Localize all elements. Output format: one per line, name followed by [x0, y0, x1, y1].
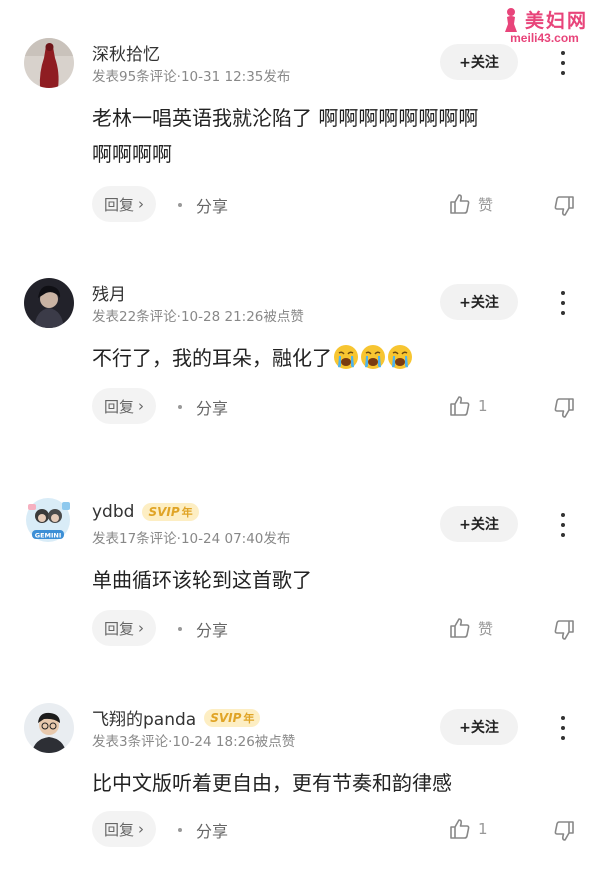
separator-dot — [178, 828, 182, 832]
comment-meta: 发表3条评论·10-24 18:26被点赞 — [92, 734, 296, 750]
avatar[interactable] — [24, 278, 74, 328]
username[interactable]: 残月 — [92, 280, 126, 305]
share-button[interactable]: 分享 — [196, 818, 228, 842]
chevron-right-icon: › — [138, 397, 145, 415]
like-count: 1 — [478, 397, 488, 415]
thumbs-down-icon — [554, 196, 574, 216]
separator-dot — [178, 627, 182, 631]
svip-label: SVIP — [148, 505, 180, 519]
watermark-logo: 美妇网 meili43.com — [501, 6, 588, 45]
comment-text: 单曲循环该轮到这首歌了 — [92, 562, 562, 598]
dislike-button[interactable] — [552, 194, 576, 222]
reply-label: 回复 — [104, 619, 135, 638]
like-button[interactable]: 赞 — [448, 192, 493, 216]
thumbs-up-icon — [450, 396, 470, 416]
svip-year: 年 — [243, 711, 255, 725]
like-button[interactable]: 1 — [448, 817, 488, 841]
comment-text: 不行了，我的耳朵，融化了 — [92, 340, 562, 376]
more-options-icon[interactable] — [555, 288, 571, 318]
username[interactable]: 深秋拾忆 — [92, 40, 160, 65]
share-button[interactable]: 分享 — [196, 193, 228, 217]
thumbs-up-icon — [450, 819, 470, 839]
reply-label: 回复 — [104, 397, 135, 416]
avatar[interactable] — [24, 38, 74, 88]
share-button[interactable]: 分享 — [196, 395, 228, 419]
dislike-button[interactable] — [552, 396, 576, 424]
thumbs-down-icon — [554, 821, 574, 841]
separator-dot — [178, 203, 182, 207]
svip-badge: SVIP 年 — [204, 708, 261, 727]
reply-button[interactable]: 回复 › — [92, 811, 157, 847]
crying-face-emoji — [361, 345, 385, 369]
reply-label: 回复 — [104, 820, 135, 839]
thumbs-up-icon — [450, 194, 470, 214]
watermark-title: 美妇网 — [524, 10, 588, 32]
comment-text-line: 不行了，我的耳朵，融化了 — [92, 346, 332, 370]
reply-label: 回复 — [104, 195, 135, 214]
thumbs-down-icon — [554, 398, 574, 418]
more-options-icon[interactable] — [555, 713, 571, 743]
chevron-right-icon: › — [138, 619, 145, 637]
dislike-button[interactable] — [552, 618, 576, 646]
comment-text-line: 老林一唱英语我就沦陷了 啊啊啊啊啊啊啊啊 — [92, 106, 479, 130]
comment-text-line: 比中文版听着更自由，更有节奏和韵律感 — [92, 771, 452, 795]
woman-silhouette-icon — [504, 7, 517, 32]
like-count: 赞 — [478, 195, 494, 214]
reply-button[interactable]: 回复 › — [92, 388, 157, 424]
avatar[interactable]: GEMINI — [18, 490, 78, 550]
comment-text: 比中文版听着更自由，更有节奏和韵律感 — [92, 765, 562, 801]
separator-dot — [178, 405, 182, 409]
like-count: 1 — [478, 820, 488, 838]
chevron-right-icon: › — [138, 820, 145, 838]
avatar[interactable] — [24, 703, 74, 753]
comment-meta: 发表95条评论·10-31 12:35发布 — [92, 69, 291, 85]
thumbs-up-icon — [450, 618, 470, 638]
more-options-icon[interactable] — [555, 48, 571, 78]
username[interactable]: ydbd — [92, 502, 134, 522]
like-count: 赞 — [478, 619, 494, 638]
comment-meta: 发表17条评论·10-24 07:40发布 — [92, 531, 291, 547]
comment-text-line: 单曲循环该轮到这首歌了 — [92, 568, 312, 592]
crying-face-emoji — [334, 345, 358, 369]
thumbs-down-icon — [554, 620, 574, 640]
like-button[interactable]: 赞 — [448, 616, 493, 640]
follow-button[interactable]: +关注 — [440, 284, 518, 320]
follow-button[interactable]: +关注 — [440, 44, 518, 80]
chevron-right-icon: › — [138, 195, 145, 213]
like-button[interactable]: 1 — [448, 394, 488, 418]
follow-button[interactable]: +关注 — [440, 506, 518, 542]
comment-meta: 发表22条评论·10-28 21:26被点赞 — [92, 309, 304, 325]
svip-year: 年 — [181, 506, 193, 519]
dislike-button[interactable] — [552, 819, 576, 847]
share-button[interactable]: 分享 — [196, 617, 228, 641]
username[interactable]: 飞翔的panda — [92, 705, 196, 730]
comment-text: 老林一唱英语我就沦陷了 啊啊啊啊啊啊啊啊 啊啊啊啊 — [92, 100, 562, 172]
svg-text:GEMINI: GEMINI — [35, 532, 62, 540]
reply-button[interactable]: 回复 › — [92, 610, 157, 646]
reply-button[interactable]: 回复 › — [92, 186, 157, 222]
follow-button[interactable]: +关注 — [440, 709, 518, 745]
more-options-icon[interactable] — [555, 510, 571, 540]
comment-text-line: 啊啊啊啊 — [92, 142, 172, 166]
svip-badge: SVIP 年 — [142, 503, 199, 521]
crying-face-emoji — [388, 345, 412, 369]
watermark-url: meili43.com — [510, 31, 579, 45]
svip-label: SVIP — [210, 710, 242, 725]
